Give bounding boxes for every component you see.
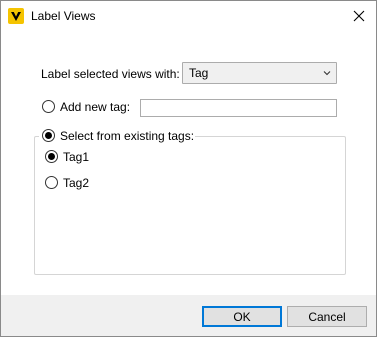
label-type-dropdown[interactable]: Tag xyxy=(182,62,337,84)
select-existing-label: Select from existing tags: xyxy=(60,129,195,143)
label-with-label: Label selected views with: xyxy=(41,67,180,81)
v-logo-icon xyxy=(8,8,24,24)
ok-button[interactable]: OK xyxy=(202,306,282,327)
close-button[interactable] xyxy=(342,1,376,31)
title-bar: Label Views xyxy=(1,1,376,31)
close-icon xyxy=(353,10,365,22)
tag1-label: Tag1 xyxy=(63,150,90,164)
cancel-button[interactable]: Cancel xyxy=(287,306,367,327)
tag2-radio[interactable] xyxy=(45,176,58,189)
add-new-tag-label: Add new tag: xyxy=(60,100,131,114)
add-new-tag-radio[interactable] xyxy=(42,100,55,113)
chevron-down-icon xyxy=(323,71,331,76)
label-type-value: Tag xyxy=(189,66,209,80)
window-title: Label Views xyxy=(31,9,96,23)
button-bar: OK Cancel xyxy=(1,295,376,336)
tag1-radio[interactable] xyxy=(45,150,58,163)
label-views-dialog: Label Views Label selected views with: T… xyxy=(0,0,377,337)
select-existing-radio[interactable] xyxy=(42,129,55,142)
new-tag-input[interactable] xyxy=(140,99,337,117)
tag2-label: Tag2 xyxy=(63,176,90,190)
